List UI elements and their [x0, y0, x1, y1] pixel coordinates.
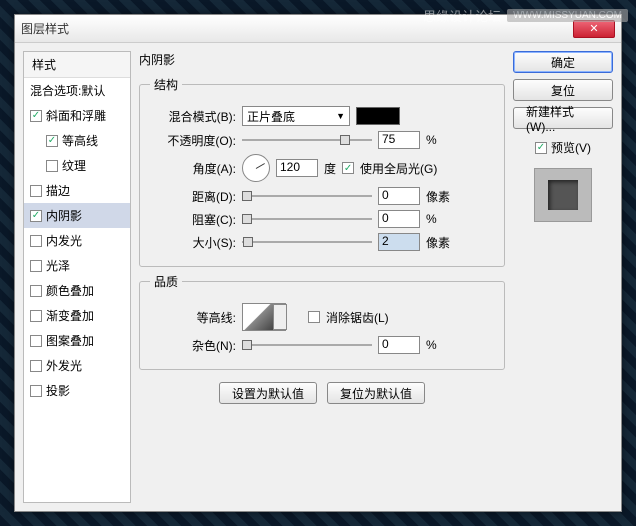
- sidebar-item-label: 颜色叠加: [46, 282, 94, 299]
- sidebar-item-9[interactable]: 图案叠加: [24, 328, 130, 353]
- choke-label: 阻塞(C):: [150, 211, 236, 228]
- distance-input[interactable]: 0: [378, 187, 420, 205]
- main-panel: 内阴影 结构 混合模式(B): 正片叠底 ▼ 不透明度(O): 75 %: [139, 51, 505, 503]
- opacity-unit: %: [426, 133, 437, 147]
- sidebar-item-label: 内阴影: [46, 207, 82, 224]
- size-input[interactable]: 2: [378, 233, 420, 251]
- sidebar-item-0[interactable]: 斜面和浮雕: [24, 103, 130, 128]
- sidebar-item-label: 图案叠加: [46, 332, 94, 349]
- distance-unit: 像素: [426, 188, 450, 205]
- ok-button[interactable]: 确定: [513, 51, 613, 73]
- new-style-button[interactable]: 新建样式(W)...: [513, 107, 613, 129]
- contour-label: 等高线:: [150, 309, 236, 326]
- sidebar-checkbox-8[interactable]: [30, 310, 42, 322]
- sidebar-item-10[interactable]: 外发光: [24, 353, 130, 378]
- sidebar-item-label: 描边: [46, 182, 70, 199]
- sidebar-item-4[interactable]: 内阴影: [24, 203, 130, 228]
- noise-unit: %: [426, 338, 437, 352]
- angle-input[interactable]: 120: [276, 159, 318, 177]
- watermark-text: 思缘设计论坛: [423, 6, 501, 25]
- sidebar-checkbox-11[interactable]: [30, 385, 42, 397]
- quality-group: 品质 等高线: ▾ 消除锯齿(L) 杂色(N): 0 %: [139, 273, 505, 370]
- sidebar-blending-options[interactable]: 混合选项:默认: [24, 78, 130, 103]
- sidebar-header[interactable]: 样式: [24, 52, 130, 78]
- choke-input[interactable]: 0: [378, 210, 420, 228]
- noise-input[interactable]: 0: [378, 336, 420, 354]
- preview-label: 预览(V): [551, 139, 591, 156]
- preview-checkbox[interactable]: [535, 142, 547, 154]
- blend-mode-label: 混合模式(B):: [150, 108, 236, 125]
- size-label: 大小(S):: [150, 234, 236, 251]
- noise-label: 杂色(N):: [150, 337, 236, 354]
- quality-legend: 品质: [150, 273, 182, 290]
- sidebar-item-2[interactable]: 纹理: [24, 153, 130, 178]
- sidebar-item-11[interactable]: 投影: [24, 378, 130, 403]
- preview-thumbnail: [534, 168, 592, 222]
- sidebar-checkbox-4[interactable]: [30, 210, 42, 222]
- opacity-label: 不透明度(O):: [150, 132, 236, 149]
- reset-default-button[interactable]: 复位为默认值: [327, 382, 425, 404]
- right-column: 确定 复位 新建样式(W)... 预览(V): [513, 51, 613, 503]
- sidebar-checkbox-0[interactable]: [30, 110, 42, 122]
- sidebar-checkbox-3[interactable]: [30, 185, 42, 197]
- antialias-checkbox[interactable]: [308, 311, 320, 323]
- sidebar-item-3[interactable]: 描边: [24, 178, 130, 203]
- structure-legend: 结构: [150, 76, 182, 93]
- sidebar-checkbox-6[interactable]: [30, 260, 42, 272]
- choke-slider[interactable]: [242, 212, 372, 226]
- make-default-button[interactable]: 设置为默认值: [219, 382, 317, 404]
- size-slider[interactable]: [242, 235, 372, 249]
- sidebar-item-5[interactable]: 内发光: [24, 228, 130, 253]
- sidebar-checkbox-7[interactable]: [30, 285, 42, 297]
- sidebar-checkbox-2[interactable]: [46, 160, 58, 172]
- size-unit: 像素: [426, 234, 450, 251]
- sidebar-checkbox-9[interactable]: [30, 335, 42, 347]
- sidebar-checkbox-1[interactable]: [46, 135, 58, 147]
- sidebar-item-6[interactable]: 光泽: [24, 253, 130, 278]
- styles-sidebar: 样式 混合选项:默认 斜面和浮雕等高线纹理描边内阴影内发光光泽颜色叠加渐变叠加图…: [23, 51, 131, 503]
- chevron-down-icon: ▼: [336, 111, 345, 121]
- sidebar-item-label: 投影: [46, 382, 70, 399]
- contour-picker[interactable]: [242, 303, 274, 331]
- angle-unit: 度: [324, 160, 336, 177]
- sidebar-item-7[interactable]: 颜色叠加: [24, 278, 130, 303]
- sidebar-checkbox-5[interactable]: [30, 235, 42, 247]
- structure-group: 结构 混合模式(B): 正片叠底 ▼ 不透明度(O): 75 % 角: [139, 76, 505, 267]
- angle-dial[interactable]: [242, 154, 270, 182]
- watermark-url: WWW.MISSYUAN.COM: [507, 9, 628, 22]
- opacity-slider[interactable]: [242, 133, 372, 147]
- sidebar-checkbox-10[interactable]: [30, 360, 42, 372]
- sidebar-item-label: 外发光: [46, 357, 82, 374]
- preview-swatch: [548, 180, 578, 210]
- sidebar-item-label: 渐变叠加: [46, 307, 94, 324]
- choke-unit: %: [426, 212, 437, 226]
- angle-label: 角度(A):: [150, 160, 236, 177]
- sidebar-item-label: 内发光: [46, 232, 82, 249]
- noise-slider[interactable]: [242, 338, 372, 352]
- distance-label: 距离(D):: [150, 188, 236, 205]
- shadow-color-swatch[interactable]: [356, 107, 400, 125]
- opacity-input[interactable]: 75: [378, 131, 420, 149]
- sidebar-item-label: 纹理: [62, 157, 86, 174]
- sidebar-item-8[interactable]: 渐变叠加: [24, 303, 130, 328]
- global-light-label: 使用全局光(G): [360, 160, 437, 177]
- sidebar-item-label: 等高线: [62, 132, 98, 149]
- global-light-checkbox[interactable]: [342, 162, 354, 174]
- cancel-button[interactable]: 复位: [513, 79, 613, 101]
- panel-title: 内阴影: [139, 51, 505, 68]
- sidebar-item-label: 斜面和浮雕: [46, 107, 106, 124]
- sidebar-item-1[interactable]: 等高线: [24, 128, 130, 153]
- antialias-label: 消除锯齿(L): [326, 309, 389, 326]
- distance-slider[interactable]: [242, 189, 372, 203]
- blend-mode-dropdown[interactable]: 正片叠底 ▼: [242, 106, 350, 126]
- sidebar-item-label: 光泽: [46, 257, 70, 274]
- layer-style-dialog: 图层样式 ✕ 样式 混合选项:默认 斜面和浮雕等高线纹理描边内阴影内发光光泽颜色…: [14, 14, 622, 512]
